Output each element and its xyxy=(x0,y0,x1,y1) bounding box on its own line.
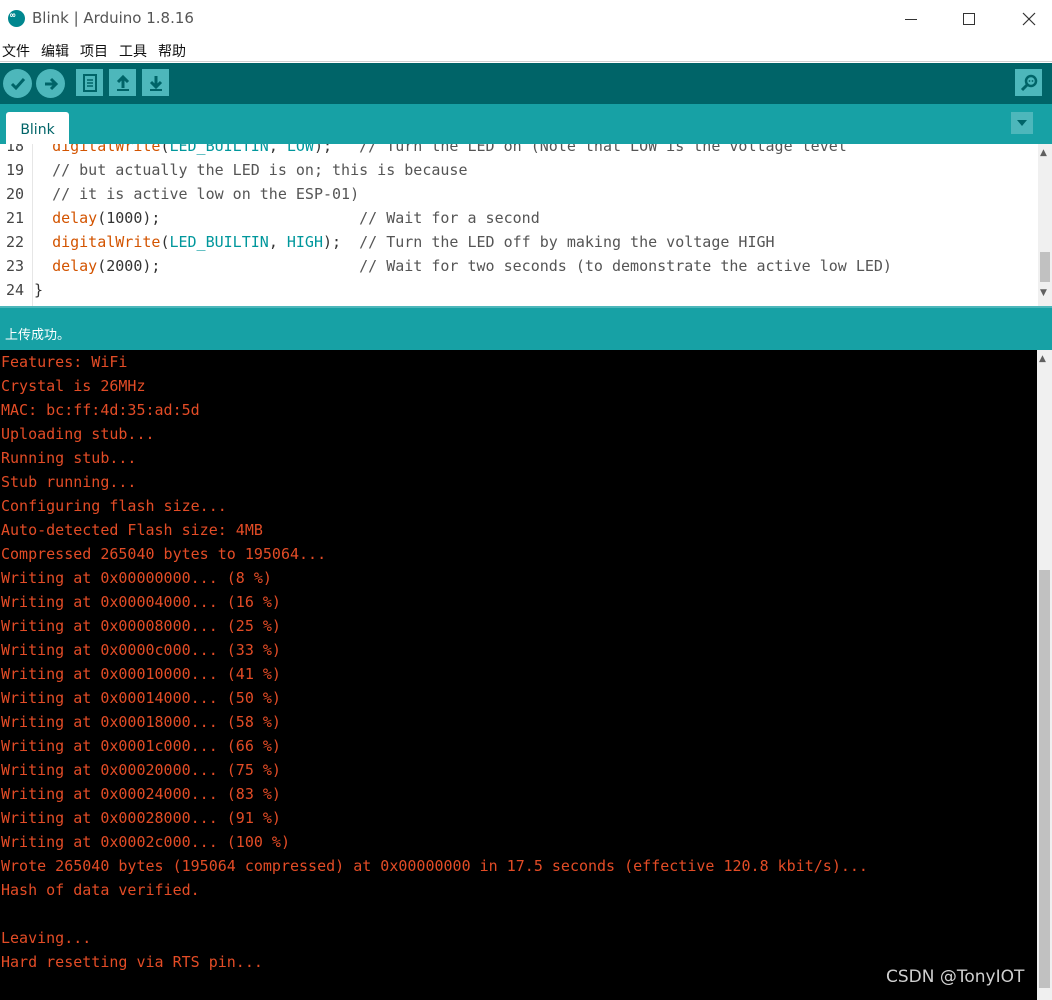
console-line: Writing at 0x0000c000... (33 %) xyxy=(1,641,281,659)
chevron-down-icon xyxy=(1017,120,1027,126)
console-line: Running stub... xyxy=(1,449,137,467)
scroll-up-icon[interactable]: ▲ xyxy=(1040,148,1047,158)
new-icon xyxy=(82,73,97,92)
arduino-logo-icon: ∞ xyxy=(8,10,25,27)
console-line: Leaving... xyxy=(1,929,92,947)
console-line: Auto-detected Flash size: 4MB xyxy=(1,521,263,539)
code-text: digitalWrite(LED_BUILTIN, HIGH); // Turn… xyxy=(52,233,775,251)
close-icon xyxy=(1022,12,1036,26)
close-button[interactable] xyxy=(1006,0,1052,38)
line-number: 23 xyxy=(6,257,25,275)
console-line: Stub running... xyxy=(1,473,137,491)
code-text: delay(1000); // Wait for a second xyxy=(52,209,540,227)
code-text: // but actually the LED is on; this is b… xyxy=(52,161,468,179)
console-line: MAC: bc:ff:4d:35:ad:5d xyxy=(1,401,200,419)
menu-sketch[interactable]: 项目 xyxy=(80,41,108,61)
status-bar: 上传成功。 xyxy=(0,306,1052,350)
code-text: delay(2000); // Wait for two seconds (to… xyxy=(52,257,892,275)
maximize-icon xyxy=(963,13,975,25)
console-line: Hard resetting via RTS pin... xyxy=(1,953,263,971)
console-line: Compressed 265040 bytes to 195064... xyxy=(1,545,327,563)
console-line: Crystal is 26MHz xyxy=(1,377,146,395)
line-number: 20 xyxy=(6,185,25,203)
console-line: Hash of data verified. xyxy=(1,881,200,899)
console-line: Writing at 0x0001c000... (66 %) xyxy=(1,737,281,755)
save-button[interactable] xyxy=(142,69,169,96)
menu-file[interactable]: 文件 xyxy=(2,41,30,61)
console-line: Writing at 0x00024000... (83 %) xyxy=(1,785,281,803)
console-line: Writing at 0x00018000... (58 %) xyxy=(1,713,281,731)
code-text: } xyxy=(34,281,44,299)
console-line: Wrote 265040 bytes (195064 compressed) a… xyxy=(1,857,868,875)
open-button[interactable] xyxy=(109,69,136,96)
tab-blink[interactable]: Blink xyxy=(6,112,69,144)
console-line: Configuring flash size... xyxy=(1,497,227,515)
serial-monitor-button[interactable] xyxy=(1015,69,1042,96)
maximize-button[interactable] xyxy=(946,0,992,38)
open-icon xyxy=(116,74,129,91)
console-line: Features: WiFi xyxy=(1,353,128,371)
verify-icon xyxy=(10,77,25,90)
console-line: Writing at 0x00020000... (75 %) xyxy=(1,761,281,779)
line-number: 18 xyxy=(6,144,25,155)
console-line: Uploading stub... xyxy=(1,425,155,443)
scroll-up-icon[interactable]: ▲ xyxy=(1039,354,1046,364)
line-number: 19 xyxy=(6,161,25,179)
line-number: 21 xyxy=(6,209,25,227)
console-line: Writing at 0x00008000... (25 %) xyxy=(1,617,281,635)
console-line: Writing at 0x00004000... (16 %) xyxy=(1,593,281,611)
console-line: Writing at 0x00028000... (91 %) xyxy=(1,809,281,827)
save-icon xyxy=(149,75,162,91)
title-bar: ∞ Blink | Arduino 1.8.16 xyxy=(0,0,1052,38)
watermark: CSDN @TonyIOT xyxy=(886,967,1025,987)
minimize-icon xyxy=(905,18,917,20)
scroll-down-icon[interactable]: ▼ xyxy=(1040,288,1047,298)
menu-help[interactable]: 帮助 xyxy=(158,41,186,61)
menu-bar: 文件 编辑 项目 工具 帮助 xyxy=(0,38,1052,62)
line-number: 24 xyxy=(6,281,25,299)
toolbar xyxy=(0,63,1052,104)
minimize-button[interactable] xyxy=(888,0,934,38)
code-editor[interactable]: 18 digitalWrite(LED_BUILTIN, LOW); // Tu… xyxy=(0,144,1052,306)
line-number: 22 xyxy=(6,233,25,251)
tab-strip: Blink xyxy=(0,104,1052,144)
code-text: digitalWrite(LED_BUILTIN, LOW); // Turn … xyxy=(52,144,847,155)
tab-menu-button[interactable] xyxy=(1011,112,1033,134)
console-line: Writing at 0x0002c000... (100 %) xyxy=(1,833,290,851)
console-output[interactable]: Features: WiFi Crystal is 26MHz MAC: bc:ff… xyxy=(0,350,1052,1000)
editor-scroll-thumb[interactable] xyxy=(1040,252,1050,282)
status-message: 上传成功。 xyxy=(5,328,71,343)
console-scrollbar[interactable]: ▲ xyxy=(1037,350,1052,1000)
menu-edit[interactable]: 编辑 xyxy=(41,41,69,61)
menu-tools[interactable]: 工具 xyxy=(119,41,147,61)
upload-icon xyxy=(44,77,58,90)
serial-monitor-icon xyxy=(1020,74,1037,91)
console-scroll-thumb[interactable] xyxy=(1039,570,1050,988)
console-line: Writing at 0x00010000... (41 %) xyxy=(1,665,281,683)
console-line: Writing at 0x00000000... (8 %) xyxy=(1,569,272,587)
upload-button[interactable] xyxy=(36,69,65,98)
verify-button[interactable] xyxy=(3,69,32,98)
window-title: Blink | Arduino 1.8.16 xyxy=(32,9,194,27)
new-button[interactable] xyxy=(76,69,103,96)
editor-scrollbar[interactable]: ▲ ▼ xyxy=(1038,144,1052,306)
console-line: Writing at 0x00014000... (50 %) xyxy=(1,689,281,707)
code-text: // it is active low on the ESP-01) xyxy=(52,185,360,203)
